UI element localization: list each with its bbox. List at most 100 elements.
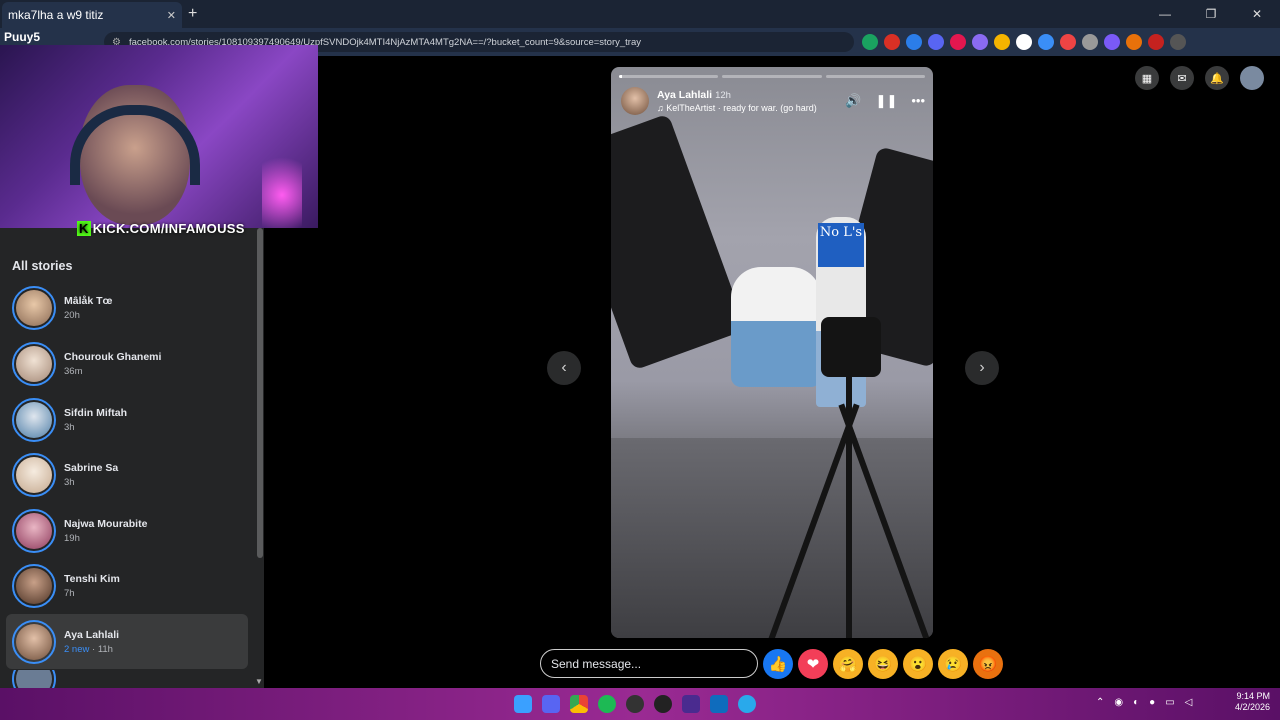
obs-icon[interactable] [626,695,644,713]
story-floor [611,438,933,638]
story-song[interactable]: ♫ KelTheArtist · ready for war. (go hard… [657,103,817,113]
extension-icon[interactable] [950,34,966,50]
story-item[interactable]: Najwa Mourabite 19h [6,503,248,558]
angry-reaction-icon[interactable]: 😡 [973,649,1003,679]
discord-tray-icon[interactable]: ◐ [1133,697,1139,708]
story-item[interactable]: Sifdin Miftah 3h [6,392,248,447]
author-name-row: Aya Lahlali 12h [657,89,731,101]
send-message-input[interactable]: Send message... [540,649,758,678]
close-tab-icon[interactable]: ✕ [167,9,176,22]
speaker-icon[interactable]: ◁ [1185,697,1193,708]
browser-tab-bar: mka7lha a w9 titiz ✕ + — ❐ ✕ [0,0,1280,28]
progress-segment [619,75,719,78]
close-window-icon[interactable]: ✕ [1234,0,1280,28]
story-avatar [12,341,56,386]
story-user-time: 7h [64,587,75,599]
extension-icon[interactable] [1016,34,1032,50]
clock-date: 4/2/2026 [1234,702,1270,712]
stories-sidebar: All stories Mâlåk Tœ 20h Chourouk Ghanemi… [0,228,264,688]
network-icon[interactable]: ◉ [1114,697,1123,708]
story-sticker[interactable]: No L's [818,223,864,267]
story-item[interactable]: Sabrine Sa 3h [6,447,248,502]
kick-overlay-text: K KICK.COM/INFAMOUSS [77,221,245,236]
taskbar-apps [514,695,756,713]
extension-icon[interactable] [862,34,878,50]
new-tab-button[interactable]: + [188,5,197,23]
story-user-name: Sifdin Miftah [64,406,127,419]
account-avatar[interactable] [1240,66,1264,90]
previous-story-button[interactable]: ‹ [547,351,581,385]
restore-icon[interactable]: ❐ [1188,0,1234,28]
extension-icon[interactable] [928,34,944,50]
minimize-icon[interactable]: — [1142,0,1188,28]
story-item[interactable]: Chourouk Ghanemi 36m [6,336,248,391]
progress-segment [825,75,925,78]
more-options-icon[interactable]: ••• [911,93,925,109]
scroll-down-icon[interactable]: ▼ [255,677,263,686]
extension-icon[interactable] [1104,34,1120,50]
story-progress [619,75,925,78]
sidebar-scrollbar[interactable] [257,228,263,558]
window-controls: — ❐ ✕ [1142,0,1280,28]
windows-start-icon[interactable] [514,695,532,713]
extension-icon[interactable] [994,34,1010,50]
author-avatar[interactable] [621,87,649,115]
extension-icon[interactable] [1060,34,1076,50]
story-avatar [12,452,56,497]
system-tray: ⌃ ◉ ◐ ● ▭ ◁ [1096,697,1192,708]
app-icon[interactable] [654,695,672,713]
mic-app-icon[interactable] [682,695,700,713]
mail-icon[interactable] [710,695,728,713]
extension-icon[interactable] [884,34,900,50]
story-user-name: Aya Lahlali [64,628,120,641]
next-story-button[interactable]: › [965,351,999,385]
story-item[interactable]: Mâlåk Tœ 20h [6,280,248,335]
new-count: 2 new [64,643,90,655]
story-card[interactable]: No L's Aya Lahlali 12h ♫ KelTheArtist · r… [611,67,933,638]
story-avatar [12,670,56,688]
love-reaction-icon[interactable]: ❤ [798,649,828,679]
story-item[interactable] [6,670,248,688]
story-user-time: 20h [64,309,80,321]
browser-tab-active[interactable]: mka7lha a w9 titiz ✕ [2,2,182,28]
volume-icon[interactable]: 🔊 [845,93,861,109]
separator: · [89,643,98,655]
pause-icon[interactable]: ❚❚ [876,93,898,109]
softbox-left [611,113,747,371]
haha-reaction-icon[interactable]: 😆 [868,649,898,679]
extension-icon[interactable] [972,34,988,50]
spotify-icon[interactable] [598,695,616,713]
author-name[interactable]: Aya Lahlali [657,89,712,101]
story-user-time: 36m [64,365,83,377]
chevron-up-icon[interactable]: ⌃ [1096,697,1104,708]
clock[interactable]: 9:14 PM 4/2/2026 [1235,691,1270,713]
display-icon[interactable]: ▭ [1165,697,1174,708]
kick-badge: K [77,221,91,236]
extension-icon[interactable] [1126,34,1142,50]
sad-reaction-icon[interactable]: 😢 [938,649,968,679]
telegram-icon[interactable] [738,695,756,713]
extension-icon[interactable] [1082,34,1098,50]
discord-icon[interactable] [542,695,560,713]
extension-icon[interactable] [906,34,922,50]
story-item-active[interactable]: Aya Lahlali 2 new · 11h [6,614,248,669]
mic-icon[interactable]: ● [1149,697,1155,708]
wow-reaction-icon[interactable]: 😮 [903,649,933,679]
rgb-light [262,145,302,228]
menu-grid-icon[interactable]: ▦ [1135,66,1159,90]
extension-icon[interactable] [1038,34,1054,50]
profile-chip[interactable]: Puuy5 [4,30,40,44]
chrome-icon[interactable] [570,695,588,713]
story-item[interactable]: Tenshi Kim 7h [6,558,248,613]
like-reaction-icon[interactable]: 👍 [763,649,793,679]
sidebar-title: All stories [12,259,73,273]
clock-time: 9:14 PM [1236,691,1270,701]
story-controls: 🔊 ❚❚ ••• [845,93,925,109]
reaction-bar: 👍 ❤ 🤗 😆 😮 😢 😡 [763,649,1003,679]
notifications-icon[interactable]: 🔔 [1205,66,1229,90]
messenger-icon[interactable]: ✉ [1170,66,1194,90]
care-reaction-icon[interactable]: 🤗 [833,649,863,679]
extension-icon[interactable] [1148,34,1164,50]
puzzle-icon[interactable] [1170,34,1186,50]
story-time: 12h [715,90,731,101]
